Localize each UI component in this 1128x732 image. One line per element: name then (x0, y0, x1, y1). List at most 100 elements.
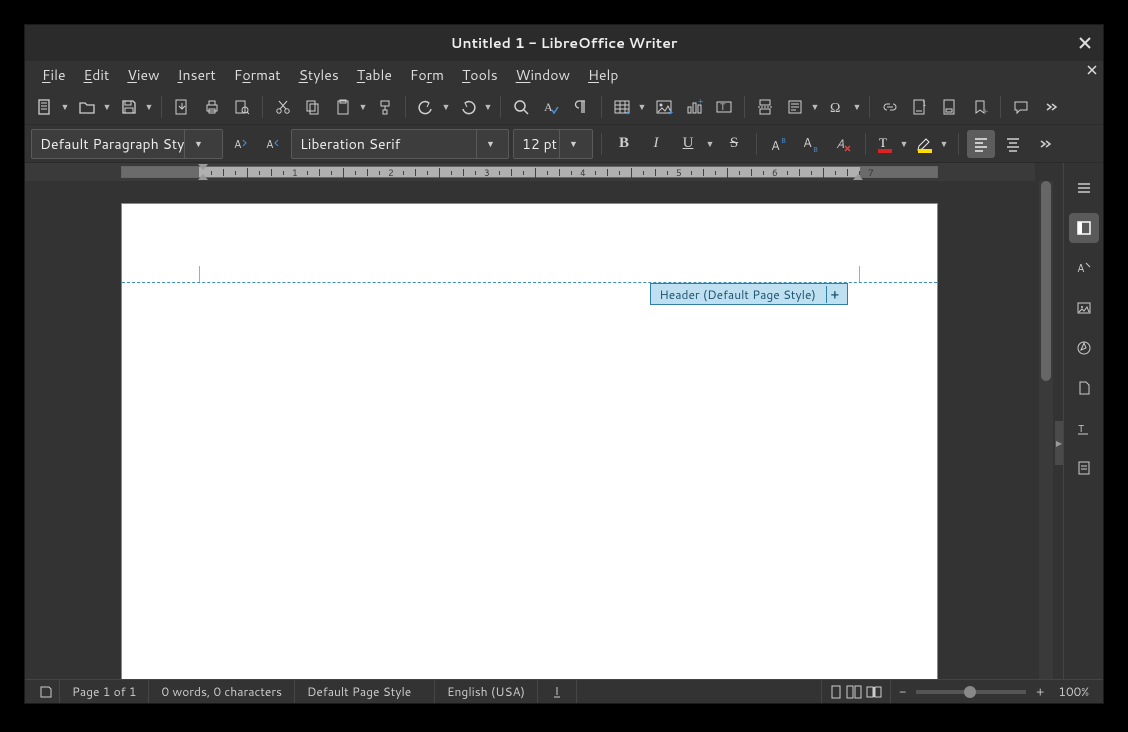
sidebar-gallery-icon[interactable] (1069, 293, 1099, 323)
header-badge[interactable]: Header (Default Page Style) + (650, 283, 848, 305)
font-name-combo[interactable]: Liberation Serif ▼ (291, 129, 509, 159)
status-language[interactable]: English (USA) (435, 680, 538, 703)
highlight-color-button[interactable] (914, 133, 936, 155)
italic-button[interactable]: I (642, 130, 670, 158)
cut-button[interactable] (269, 93, 297, 121)
export-pdf-button[interactable] (168, 93, 196, 121)
clear-formatting-button[interactable]: A (829, 130, 857, 158)
sidebar-collapse-handle[interactable]: ▶ (1055, 421, 1063, 465)
zoom-slider[interactable] (916, 690, 1026, 694)
update-style-button[interactable]: A (227, 130, 255, 158)
font-size-combo[interactable]: 12 pt ▼ (513, 129, 593, 159)
save-dropdown[interactable]: ▼ (143, 100, 155, 113)
formatting-marks-button[interactable] (567, 93, 595, 121)
sidebar-styles-icon[interactable]: A (1069, 253, 1099, 283)
indent-marker-bottom[interactable] (198, 174, 208, 180)
zoom-slider-handle[interactable] (964, 686, 976, 698)
scrollbar-thumb[interactable] (1041, 181, 1051, 381)
sidebar-page-icon[interactable] (1069, 373, 1099, 403)
menu-table[interactable]: Table (348, 62, 401, 88)
status-save-icon[interactable] (33, 680, 60, 703)
status-insert-mode[interactable] (538, 680, 577, 703)
page-break-button[interactable] (751, 93, 779, 121)
sidebar-style-inspector-icon[interactable]: T (1069, 413, 1099, 443)
undo-dropdown[interactable]: ▼ (440, 100, 452, 113)
status-zoom-percent[interactable]: 100% (1052, 683, 1095, 700)
new-button[interactable] (31, 93, 59, 121)
insert-table-dropdown[interactable]: ▼ (636, 100, 648, 113)
redo-dropdown[interactable]: ▼ (482, 100, 494, 113)
vertical-scrollbar[interactable] (1039, 181, 1053, 679)
document-page[interactable]: Header (Default Page Style) + (121, 203, 938, 679)
sidebar-menu-icon[interactable] (1069, 173, 1099, 203)
bookmark-button[interactable]: + (966, 93, 994, 121)
strikethrough-button[interactable]: S (720, 130, 748, 158)
find-button[interactable] (507, 93, 535, 121)
insert-chart-button[interactable]: + (680, 93, 708, 121)
status-page[interactable]: Page 1 of 1 (60, 680, 149, 703)
new-dropdown[interactable]: ▼ (59, 100, 71, 113)
footnote-button[interactable]: 1 (906, 93, 934, 121)
sidebar-navigator-icon[interactable] (1069, 333, 1099, 363)
window-close-button[interactable] (1075, 33, 1095, 53)
print-preview-button[interactable] (228, 93, 256, 121)
document-region[interactable]: ⌐ 1234567 Header (Default Page Style) + (25, 163, 1063, 679)
font-color-button[interactable]: T (874, 133, 896, 155)
view-book-icon[interactable] (866, 685, 882, 699)
special-char-dropdown[interactable]: ▼ (851, 100, 863, 113)
status-page-style[interactable]: Default Page Style (295, 680, 435, 703)
menu-insert[interactable]: Insert (169, 62, 225, 88)
comment-button[interactable] (1007, 93, 1035, 121)
superscript-button[interactable]: AB (765, 130, 793, 158)
sidebar-properties-icon[interactable] (1069, 213, 1099, 243)
menu-view[interactable]: View (118, 62, 168, 88)
indent-marker-top[interactable] (198, 164, 208, 170)
document-close-button[interactable] (1087, 65, 1097, 75)
menu-help[interactable]: Help (579, 62, 627, 88)
menu-form[interactable]: Form (401, 62, 453, 88)
insert-image-button[interactable]: + (650, 93, 678, 121)
spellcheck-button[interactable]: A (537, 93, 565, 121)
subscript-button[interactable]: AB (797, 130, 825, 158)
font-color-dropdown[interactable]: ▼ (898, 137, 910, 150)
open-button[interactable] (73, 93, 101, 121)
zoom-out-button[interactable]: − (895, 683, 910, 700)
align-center-button[interactable] (999, 130, 1027, 158)
toolbar-overflow-button[interactable] (1037, 93, 1065, 121)
horizontal-ruler[interactable]: 1234567 (25, 163, 1035, 181)
paste-button[interactable] (329, 93, 357, 121)
insert-field-button[interactable] (781, 93, 809, 121)
menu-file[interactable]: File (33, 62, 75, 88)
redo-button[interactable] (454, 93, 482, 121)
right-indent-marker[interactable] (853, 174, 863, 180)
highlight-color-dropdown[interactable]: ▼ (938, 137, 950, 150)
paste-dropdown[interactable]: ▼ (357, 100, 369, 113)
underline-button[interactable]: U (674, 130, 702, 158)
insert-textbox-button[interactable]: T (710, 93, 738, 121)
paragraph-style-combo[interactable]: Default Paragraph Style ▼ (31, 129, 223, 159)
print-button[interactable] (198, 93, 226, 121)
menu-edit[interactable]: Edit (75, 62, 119, 88)
menu-tools[interactable]: Tools (453, 62, 507, 88)
endnote-button[interactable] (936, 93, 964, 121)
clone-formatting-button[interactable] (371, 93, 399, 121)
undo-button[interactable] (412, 93, 440, 121)
status-word-count[interactable]: 0 words, 0 characters (149, 680, 295, 703)
font-name-arrow[interactable]: ▼ (476, 130, 504, 158)
open-dropdown[interactable]: ▼ (101, 100, 113, 113)
menu-styles[interactable]: Styles (290, 62, 348, 88)
new-style-button[interactable]: A (259, 130, 287, 158)
font-size-arrow[interactable]: ▼ (559, 130, 587, 158)
paragraph-style-arrow[interactable]: ▼ (184, 130, 212, 158)
copy-button[interactable] (299, 93, 327, 121)
view-multi-page-icon[interactable] (846, 685, 862, 699)
bold-button[interactable]: B (610, 130, 638, 158)
menu-format[interactable]: Format (225, 62, 290, 88)
align-left-button[interactable] (967, 130, 995, 158)
special-char-button[interactable]: Ω (823, 93, 851, 121)
fmt-toolbar-overflow-button[interactable] (1031, 130, 1059, 158)
view-single-page-icon[interactable] (830, 685, 842, 699)
hyperlink-button[interactable] (876, 93, 904, 121)
save-button[interactable] (115, 93, 143, 121)
underline-dropdown[interactable]: ▼ (704, 137, 716, 150)
